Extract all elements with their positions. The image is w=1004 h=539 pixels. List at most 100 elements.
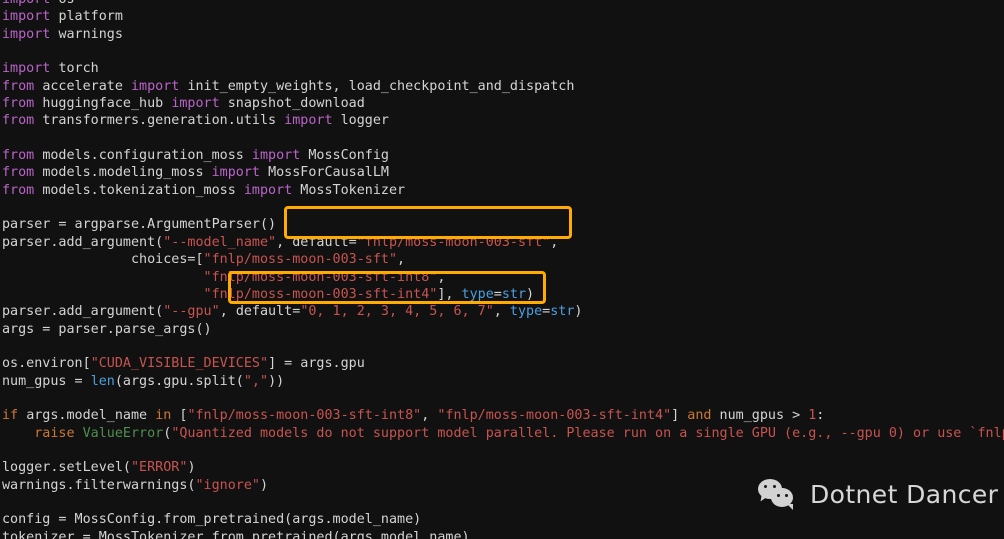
code-token: , (219, 304, 236, 320)
code-token: , (276, 234, 293, 250)
code-token: import (284, 113, 341, 129)
code-token: "--model_name" (163, 234, 277, 250)
code-line: logger.setLevel("ERROR") (0, 459, 1004, 476)
code-token: from (2, 96, 43, 112)
code-token: args.model_name (26, 408, 156, 424)
code-token: ], (437, 286, 462, 302)
code-token: "fnlp/moss-moon-003-sft" (203, 252, 398, 268)
code-token: args = parser.parse_args() (2, 321, 212, 337)
code-token: parser.add_argument( (2, 234, 164, 250)
code-editor-screenshot: import osimport platformimport warnings … (0, 0, 1004, 539)
code-token: "CUDA_VISIBLE_DEVICES" (90, 356, 269, 372)
code-line: from models.tokenization_moss import Mos… (0, 182, 1004, 199)
code-token: parser = argparse.ArgumentParser() (2, 217, 277, 233)
code-token: logger.setLevel( (2, 460, 131, 476)
code-line: from huggingface_hub import snapshot_dow… (0, 95, 1004, 112)
code-line: choices=["fnlp/moss-moon-003-sft", (0, 251, 1004, 268)
code-token: warnings (58, 26, 123, 42)
code-token: num_gpus = (2, 373, 91, 389)
code-token: import (2, 0, 58, 7)
code-token: import (243, 182, 301, 198)
code-line: import torch (0, 60, 1004, 77)
code-token: import (2, 26, 59, 42)
code-token: ValueError (82, 425, 164, 441)
code-token: , (550, 234, 559, 250)
code-line: from accelerate import init_empty_weight… (0, 78, 1004, 95)
code-token: MossConfig (308, 148, 389, 164)
code-token: "fnlp/moss-moon-003-sft-int4" (437, 408, 672, 424)
code-token: "0, 1, 2, 3, 4, 5, 6, 7" (300, 304, 494, 320)
code-token: transformers.generation.utils (42, 113, 285, 129)
code-token: models.tokenization_moss (42, 182, 244, 198)
code-token: torch (58, 61, 99, 77)
code-line: if args.model_name in ["fnlp/moss-moon-0… (0, 407, 1004, 424)
code-token: ] = args.gpu (268, 356, 365, 372)
code-token: models.configuration_moss (42, 148, 252, 164)
code-token: config = MossConfig.from_pretrained(args… (2, 512, 422, 528)
code-token: import (131, 78, 188, 94)
code-token: models.modeling_moss (42, 165, 212, 181)
code-line: args = parser.parse_args() (0, 321, 1004, 338)
code-token: "ignore" (195, 477, 260, 493)
code-line: "fnlp/moss-moon-003-sft-int4"], type=str… (0, 286, 1004, 303)
code-token: "Quantized models do not support model p… (171, 425, 1004, 441)
code-token: > (792, 408, 809, 424)
code-token: ) (574, 304, 583, 320)
code-token: str (550, 304, 575, 320)
code-token: ) (526, 286, 535, 302)
code-token: type (509, 304, 543, 320)
code-token: init_empty_weights, load_checkpoint_and_… (187, 78, 575, 94)
code-line: parser.add_argument("--model_name", defa… (0, 234, 1004, 251)
code-token: "fnlp/moss-moon-003-sft" (356, 234, 551, 250)
code-token: "ERROR" (131, 460, 188, 476)
code-token: and (687, 408, 720, 424)
code-token: choices=[ (2, 252, 204, 268)
code-token: from (2, 165, 43, 181)
code-token: = (493, 286, 502, 302)
code-token: import (211, 165, 269, 181)
code-viewport[interactable]: import osimport platformimport warnings … (0, 0, 1004, 539)
code-token: import (2, 9, 59, 25)
code-token: from (2, 148, 43, 164)
code-token: tokenizer = MossTokenizer.from_pretraine… (2, 529, 470, 539)
code-token: warnings.filterwarnings( (2, 477, 196, 493)
code-token: )) (268, 373, 285, 389)
code-token: "," (243, 373, 269, 389)
code-token: , (397, 252, 406, 268)
code-line: import warnings (0, 26, 1004, 43)
code-line: from models.modeling_moss import MossFor… (0, 164, 1004, 181)
code-token: "--gpu" (163, 304, 220, 320)
code-token: , (437, 269, 446, 285)
code-line: num_gpus = len(args.gpu.split(",")) (0, 373, 1004, 390)
code-token: , (493, 304, 510, 320)
code-token: type (461, 286, 494, 302)
code-token: MossTokenizer (300, 182, 406, 198)
code-token: , (421, 408, 438, 424)
code-token: from (2, 78, 43, 94)
code-token: "fnlp/moss-moon-003-sft-int4" (203, 286, 438, 302)
code-token: os.environ[ (2, 356, 91, 372)
code-token: if (2, 408, 27, 424)
code-token: platform (58, 9, 123, 25)
code-token: (args.gpu.split( (114, 373, 244, 389)
code-line: import os (0, 0, 1004, 8)
code-token: import (171, 96, 228, 112)
code-token: import (2, 61, 59, 77)
code-token: accelerate (42, 78, 131, 94)
code-line: from models.configuration_moss import Mo… (0, 147, 1004, 164)
code-token: snapshot_download (227, 96, 365, 112)
code-line: import platform (0, 8, 1004, 25)
code-token: huggingface_hub (42, 96, 172, 112)
code-line: parser = argparse.ArgumentParser() (0, 216, 1004, 233)
code-token: from (2, 182, 43, 198)
